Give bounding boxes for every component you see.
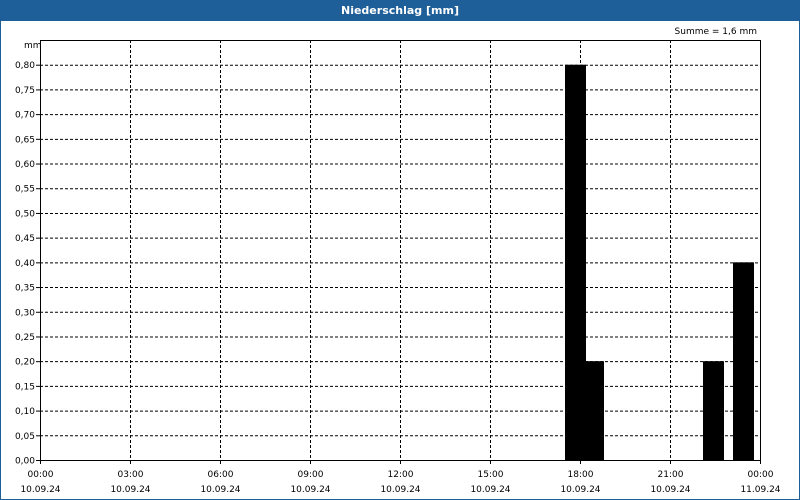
y-tick-label: 0,70 <box>15 111 35 121</box>
x-tick-date-label: 11.09.24 <box>740 485 780 495</box>
x-tick-time-label: 15:00 <box>478 470 504 480</box>
y-tick-label: 0,45 <box>15 234 35 244</box>
bar <box>733 262 754 460</box>
x-tick-date-label: 10.09.24 <box>110 485 150 495</box>
y-tick-label: 0,55 <box>15 185 35 195</box>
y-tick-label: 0,40 <box>15 259 35 269</box>
y-tick-label: 0,35 <box>15 284 35 294</box>
y-tick-label: 0,10 <box>15 407 35 417</box>
x-tick-date-label: 10.09.24 <box>200 485 240 495</box>
x-tick-date-label: 10.09.24 <box>560 485 600 495</box>
x-tick-date-label: 10.09.24 <box>290 485 330 495</box>
x-tick-time-label: 21:00 <box>658 470 684 480</box>
bar <box>583 361 604 460</box>
y-axis: 0,00 0,05 0,10 0,15 0,20 0,25 0,30 0,35 0,40 0,45… <box>15 61 40 467</box>
y-tick-label: 0,05 <box>15 432 35 442</box>
x-tick-time-label: 00:00 <box>748 470 774 480</box>
precipitation-chart: 0,00 0,05 0,10 0,15 0,20 0,25 0,30 0,35 0,40 0,45… <box>15 27 781 495</box>
bar <box>703 361 724 460</box>
y-tick-label: 0,30 <box>15 308 35 318</box>
x-tick-time-label: 06:00 <box>208 470 234 480</box>
x-tick-time-label: 12:00 <box>388 470 414 480</box>
y-tick-label: 0,25 <box>15 333 35 343</box>
bar <box>565 64 586 461</box>
y-tick-label: 0,50 <box>15 209 35 219</box>
x-axis: 00:00 10.09.24 03:00 10.09.24 06:00 10.09.24 0… <box>20 460 781 495</box>
x-tick-time-label: 09:00 <box>298 470 324 480</box>
y-tick-label: 0,60 <box>15 160 35 170</box>
x-tick-date-label: 10.09.24 <box>470 485 510 495</box>
x-tick-time-label: 03:00 <box>118 470 144 480</box>
y-tick-label: 0,75 <box>15 86 35 96</box>
y-tick-label: 0,00 <box>15 457 35 467</box>
sum-label: Summe = 1,6 mm <box>675 27 757 37</box>
y-unit-label: mm <box>24 41 42 51</box>
y-tick-label: 0,65 <box>15 135 35 145</box>
x-tick-date-label: 10.09.24 <box>20 485 60 495</box>
grid-lines <box>40 40 760 460</box>
x-tick-time-label: 18:00 <box>568 470 594 480</box>
y-tick-label: 0,20 <box>15 358 35 368</box>
y-tick-label: 0,80 <box>15 61 35 71</box>
x-tick-date-label: 10.09.24 <box>650 485 690 495</box>
x-tick-date-label: 10.09.24 <box>380 485 420 495</box>
x-tick-time-label: 00:00 <box>28 470 54 480</box>
y-tick-label: 0,15 <box>15 382 35 392</box>
